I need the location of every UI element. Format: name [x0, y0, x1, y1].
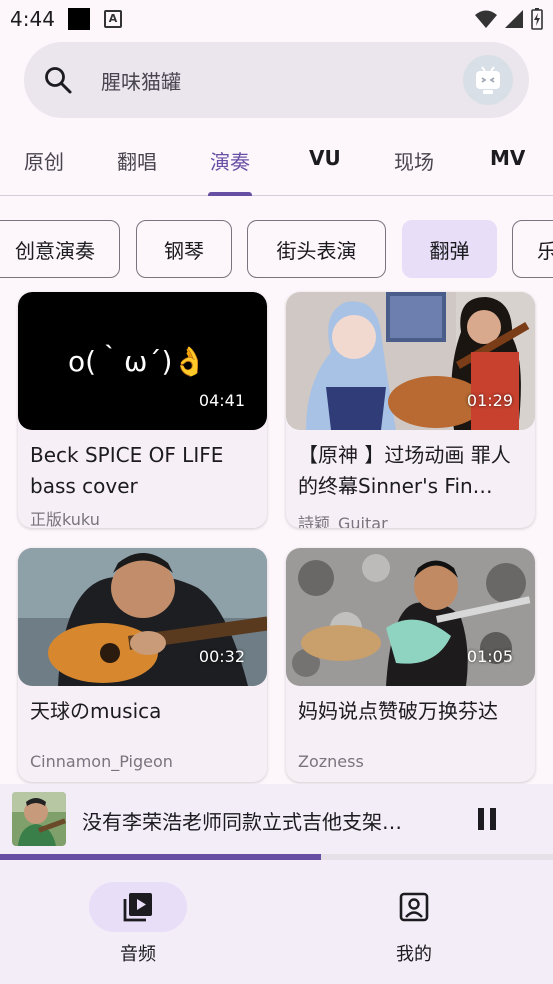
- video-title: 妈妈说点赞破万换芬达: [298, 699, 498, 723]
- video-card[interactable]: 00:32 天球のmusica Cinnamon_Pigeon: [18, 548, 267, 782]
- signal-icon: [505, 10, 523, 28]
- nav-audio[interactable]: 音频: [89, 882, 189, 972]
- video-title: Beck SPICE OF LIFE bass cover: [30, 443, 224, 498]
- video-author: Cinnamon_Pigeon: [30, 752, 173, 771]
- video-author: Zozness: [298, 752, 364, 771]
- mini-player[interactable]: 没有李荣浩老师同款立式吉他支架…: [0, 784, 553, 860]
- thumbnail-text: o(｀ω´)👌: [68, 345, 208, 378]
- chip-creative[interactable]: 创意演奏: [0, 220, 120, 278]
- tab-live[interactable]: 现场: [394, 146, 436, 175]
- video-author: 正版kuku: [30, 510, 100, 528]
- video-thumbnail: 01:05: [286, 548, 535, 686]
- nav-pill: [365, 882, 463, 932]
- battery-icon: [531, 8, 543, 30]
- video-card[interactable]: 01:05 妈妈说点赞破万换芬达 Zozness: [286, 548, 535, 782]
- chip-label: 翻弹: [429, 238, 470, 263]
- chip-fingerstyle[interactable]: 翻弹: [402, 220, 497, 278]
- video-thumbnail: o(｀ω´)👌 04:41: [18, 292, 267, 430]
- video-card[interactable]: 01:29 【原神 】过场动画 罪人的终幕Sinner's Fin… 詩颖_Gu…: [286, 292, 535, 528]
- chip-label: 钢琴: [164, 238, 204, 263]
- chip-label: 创意演奏: [15, 238, 95, 263]
- nav-active-indicator: [89, 882, 187, 932]
- now-playing-thumbnail: [12, 792, 66, 846]
- tab-performance[interactable]: 演奏: [210, 146, 254, 175]
- status-bar: 4:44 A: [0, 0, 553, 38]
- search-bar[interactable]: 腥味猫罐: [24, 42, 529, 118]
- category-tabs: 原创 翻唱 演奏 VU 现场 MV: [0, 138, 553, 196]
- filter-chips: 创意演奏 钢琴 街头表演 翻弹 乐: [0, 220, 553, 278]
- search-input[interactable]: 腥味猫罐: [101, 66, 181, 95]
- tab-cover[interactable]: 翻唱: [117, 146, 159, 175]
- chip-piano[interactable]: 钢琴: [136, 220, 232, 278]
- search-icon[interactable]: [42, 64, 74, 96]
- video-author: 詩颖_Guitar: [298, 514, 388, 528]
- account-box-icon: [399, 892, 429, 922]
- bottom-navigation: 音频 我的: [0, 860, 553, 984]
- avatar[interactable]: [463, 55, 513, 105]
- now-playing-title: 没有李荣浩老师同款立式吉他支架…: [82, 810, 402, 834]
- status-time: 4:44: [10, 7, 55, 31]
- wifi-icon: [475, 10, 497, 28]
- nav-label: 我的: [396, 944, 432, 965]
- duration-badge: 01:29: [466, 391, 513, 410]
- duration-badge: 00:32: [198, 647, 245, 666]
- video-title: 天球のmusica: [30, 699, 162, 723]
- notification-icon: [68, 8, 90, 30]
- chip-street[interactable]: 街头表演: [247, 220, 386, 278]
- tab-mv[interactable]: MV: [490, 146, 525, 170]
- nav-label: 音频: [120, 944, 156, 965]
- app-notification-icon: A: [104, 10, 122, 28]
- tab-original[interactable]: 原创: [24, 146, 68, 175]
- play-library-icon: [123, 893, 152, 922]
- chip-more[interactable]: 乐: [512, 220, 553, 278]
- video-title: 【原神 】过场动画 罪人的终幕Sinner's Fin…: [298, 443, 511, 498]
- video-thumbnail: 00:32: [18, 548, 267, 686]
- video-card[interactable]: o(｀ω´)👌 04:41 Beck SPICE OF LIFE bass co…: [18, 292, 267, 528]
- chip-label: 乐: [537, 235, 553, 264]
- duration-badge: 04:41: [198, 391, 245, 410]
- video-thumbnail: 01:29: [286, 292, 535, 430]
- nav-mine[interactable]: 我的: [365, 882, 465, 972]
- tab-vu[interactable]: VU: [309, 146, 341, 170]
- pause-icon[interactable]: [476, 804, 500, 834]
- tv-mascot-icon: [476, 66, 500, 94]
- tab-indicator: [208, 192, 252, 196]
- chip-label: 街头表演: [276, 238, 357, 263]
- duration-badge: 01:05: [466, 647, 513, 666]
